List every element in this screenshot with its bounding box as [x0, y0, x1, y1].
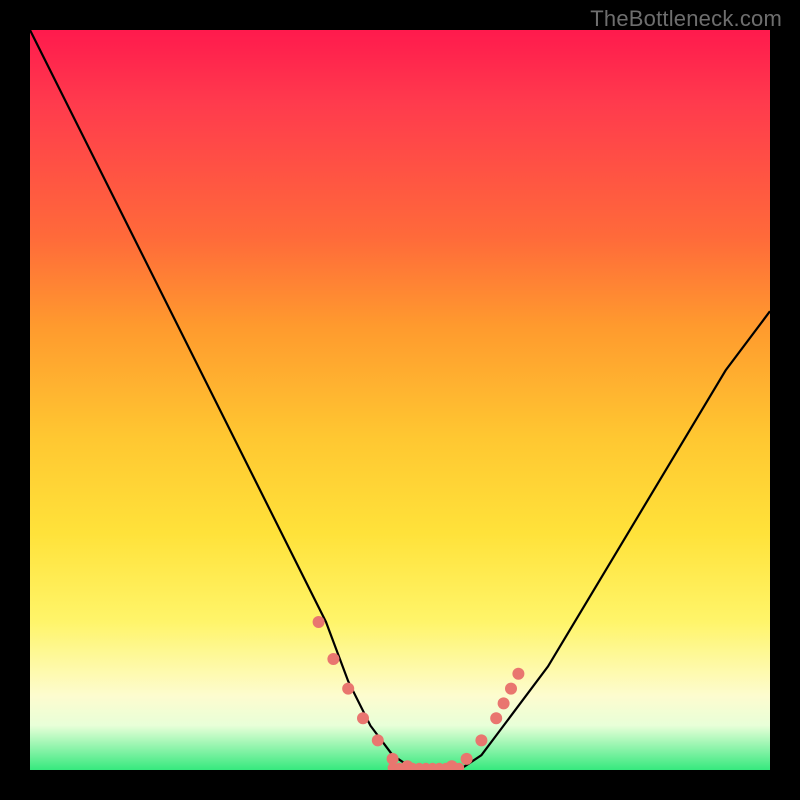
marker-dot	[387, 753, 399, 765]
marker-dot	[498, 697, 510, 709]
marker-dot	[327, 653, 339, 665]
marker-dot	[372, 734, 384, 746]
marker-dot	[342, 683, 354, 695]
chart-plot-area	[30, 30, 770, 770]
transition-markers	[313, 616, 525, 770]
marker-dot	[490, 712, 502, 724]
marker-dot	[505, 683, 517, 695]
marker-dot	[313, 616, 325, 628]
curve-path	[30, 30, 770, 770]
marker-dot	[461, 753, 473, 765]
marker-dot	[357, 712, 369, 724]
chart-svg	[30, 30, 770, 770]
marker-dot	[512, 668, 524, 680]
chart-frame: TheBottleneck.com	[0, 0, 800, 800]
marker-dot	[446, 760, 458, 770]
watermark-text: TheBottleneck.com	[590, 6, 782, 32]
bottleneck-curve	[30, 30, 770, 770]
marker-dot	[475, 734, 487, 746]
